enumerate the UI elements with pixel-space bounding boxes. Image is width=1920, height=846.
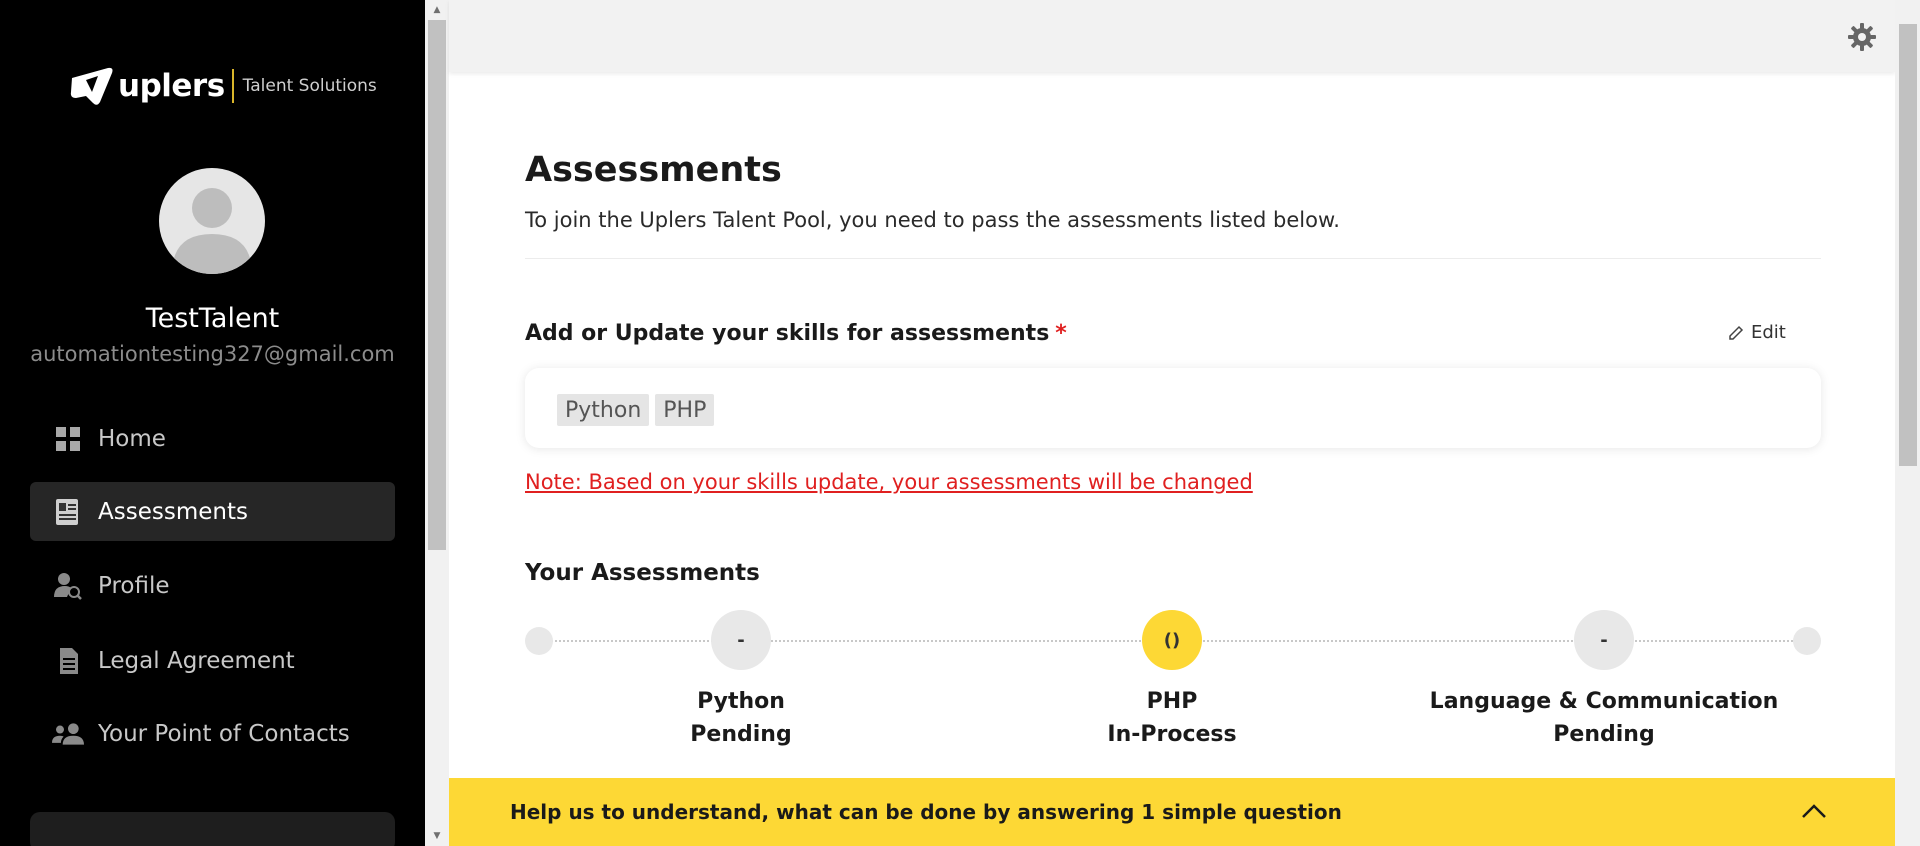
sidebar-item-label: Profile [98, 572, 170, 599]
sidebar-item-label: Legal Agreement [98, 647, 295, 674]
page-subtitle: To join the Uplers Talent Pool, you need… [525, 208, 1340, 232]
sidebar-item-point-of-contacts[interactable]: Your Point of Contacts [30, 704, 395, 763]
step-python-label: Python Pending [561, 685, 921, 751]
user-email: automationtesting327@gmail.com [30, 342, 395, 366]
sidebar-item-profile[interactable]: Profile [30, 556, 395, 615]
chevron-up-icon[interactable] [1801, 802, 1827, 820]
logo-divider [231, 69, 234, 103]
help-feedback-bar[interactable]: Help us to understand, what can be done … [449, 778, 1895, 846]
scroll-up-arrow-icon[interactable]: ▲ [425, 2, 449, 18]
sidebar-scrollbar[interactable]: ▲ ▼ [425, 0, 449, 846]
pencil-icon [1729, 325, 1744, 340]
sidebar-item-label: Your Point of Contacts [98, 720, 350, 747]
sidebar-bottom-card [30, 812, 395, 846]
grid-icon [52, 423, 84, 455]
step-language-label: Language & Communication Pending [1424, 685, 1784, 751]
required-marker: * [1055, 321, 1067, 346]
sidebar-item-home[interactable]: Home [30, 409, 395, 468]
skills-change-note[interactable]: Note: Based on your skills update, your … [525, 470, 1253, 494]
step-name: PHP [1146, 689, 1198, 714]
edit-skills-button[interactable]: Edit [1727, 322, 1786, 343]
gear-icon[interactable] [1847, 22, 1877, 52]
edit-label: Edit [1751, 322, 1786, 343]
avatar[interactable] [159, 168, 265, 274]
step-status: Pending [1553, 722, 1655, 747]
brand-name: uplers [118, 68, 225, 104]
step-status: Pending [690, 722, 792, 747]
step-python-marker[interactable]: - [711, 610, 771, 670]
step-php-marker[interactable]: () [1142, 610, 1202, 670]
sidebar-item-assessments[interactable]: Assessments [30, 482, 395, 541]
user-silhouette-icon [172, 188, 252, 274]
assessment-card-icon [52, 496, 84, 528]
page-title: Assessments [525, 150, 782, 190]
skills-input[interactable]: Python PHP [525, 368, 1821, 448]
uplers-logo[interactable]: uplers Talent Solutions [68, 64, 377, 108]
main-content: Assessments To join the Uplers Talent Po… [449, 0, 1895, 846]
main-scrollbar-thumb[interactable] [1899, 24, 1917, 466]
step-php-label: PHP In-Process [992, 685, 1352, 751]
step-name: Language & Communication [1429, 689, 1779, 714]
step-name: Python [697, 689, 785, 714]
help-bar-text: Help us to understand, what can be done … [510, 800, 1342, 824]
main-scrollbar[interactable] [1895, 0, 1920, 846]
assessments-section-title: Your Assessments [525, 560, 760, 586]
sidebar: uplers Talent Solutions TestTalent autom… [0, 0, 425, 846]
sidebar-item-legal-agreement[interactable]: Legal Agreement [30, 631, 395, 690]
skill-chip-php[interactable]: PHP [655, 394, 715, 426]
sidebar-item-label: Home [98, 425, 166, 452]
contacts-icon [52, 718, 84, 750]
skill-chip-python[interactable]: Python [557, 394, 650, 426]
sidebar-item-label: Assessments [98, 498, 248, 525]
skills-label-text: Add or Update your skills for assessment… [525, 321, 1050, 346]
document-icon [52, 645, 84, 677]
step-status: In-Process [1107, 722, 1237, 747]
step-language-marker[interactable]: - [1574, 610, 1634, 670]
person-search-icon [52, 570, 84, 602]
top-bar [449, 0, 1895, 72]
track-start-dot [525, 627, 553, 655]
scroll-down-arrow-icon[interactable]: ▼ [425, 828, 449, 844]
uplers-logo-icon [70, 67, 113, 105]
sidebar-scrollbar-thumb[interactable] [428, 20, 446, 550]
divider [525, 258, 1821, 259]
brand-tagline: Talent Solutions [242, 76, 377, 96]
skills-section-label: Add or Update your skills for assessment… [525, 321, 1067, 346]
user-name: TestTalent [145, 303, 280, 334]
track-end-dot [1793, 627, 1821, 655]
